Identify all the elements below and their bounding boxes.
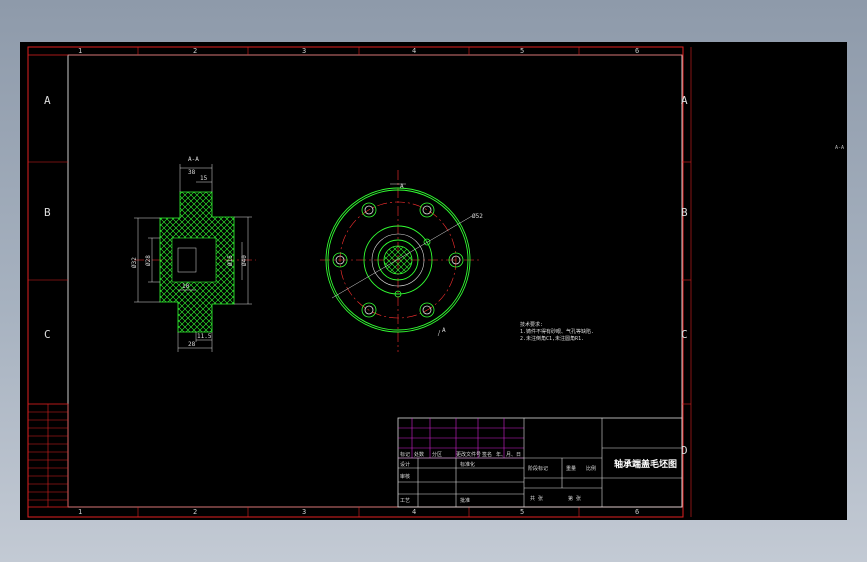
dim-bottom-total: 28 [188, 341, 196, 348]
sheet-border [27, 46, 684, 518]
zone-col-top-1: 1 [78, 47, 82, 55]
section-mark-bottom: A [442, 327, 446, 334]
tb-sheet-1: 第 张 [568, 495, 581, 502]
tb-row-label-1: 审核 [400, 473, 410, 480]
dim-bottom-len: 11.5 [197, 333, 212, 340]
tb-row-label-2: 工艺 [400, 498, 410, 504]
zone-col-top-3: 3 [302, 47, 306, 55]
dim-dia-right-a: Ø15 [227, 255, 234, 266]
zone-row-right-c: C [681, 328, 688, 341]
tb-header-3: 更改文件号 [456, 451, 481, 458]
dim-top-width: 38 [188, 169, 196, 176]
dim-dia-right-b: Ø40 [241, 255, 248, 266]
cad-viewport[interactable]: 1 2 3 4 5 6 1 2 3 4 5 6 A B C A B C D A-… [20, 42, 847, 520]
zone-col-bottom-2: 2 [193, 508, 197, 516]
section-label: A-A [188, 156, 199, 163]
zone-row-left-c: C [44, 328, 51, 341]
tb-row-mid-0: 标准化 [460, 461, 475, 468]
tb-stage-1: 重量 [566, 465, 576, 472]
tb-header-4: 签名 [482, 451, 492, 458]
pcd-label: Ø52 [472, 213, 483, 220]
zone-col-bottom-6: 6 [635, 508, 639, 516]
zone-col-bottom-4: 4 [412, 508, 416, 516]
zone-col-top-5: 5 [520, 47, 524, 55]
tb-stage-2: 比例 [586, 465, 596, 472]
zone-col-bottom-1: 1 [78, 508, 82, 516]
zone-row-right-b: B [681, 206, 688, 219]
title-block[interactable]: 标记 处数 分区 更改文件号 签名 年、月、日 设计 标准化 审核 工艺 批准 … [397, 417, 683, 508]
revision-strip [27, 403, 69, 508]
dim-inner-len: 10 [182, 283, 190, 290]
tb-row-mid-2: 批准 [460, 497, 470, 504]
zone-col-top-6: 6 [635, 47, 639, 55]
zone-row-left-a: A [44, 94, 51, 107]
zone-row-left-b: B [44, 206, 51, 219]
tb-sheet-0: 共 张 [530, 495, 543, 502]
tb-header-2: 分区 [432, 451, 442, 458]
notes-line-1: 1.铸件不得有砂眼、气孔等缺陷. [520, 328, 594, 335]
drawing-title: 轴承端盖毛坯图 [614, 458, 677, 470]
notes-line-2: 2.未注倒角C1,未注圆角R1. [520, 335, 584, 342]
section-view[interactable]: A-A 38 15 Ø32 Ø28 Ø15 Ø40 10 11.5 28 [131, 156, 256, 352]
notes-title: 技术要求: [520, 321, 543, 328]
tb-row-label-0: 设计 [400, 461, 410, 468]
tb-header-1: 处数 [414, 451, 424, 458]
zone-col-bottom-3: 3 [302, 508, 306, 516]
dim-dia-left-outer: Ø32 [131, 257, 138, 268]
stray-text: A-A [835, 145, 845, 151]
zone-row-right-a: A [681, 94, 688, 107]
cad-drawing: 1 2 3 4 5 6 1 2 3 4 5 6 A B C A B C D A-… [27, 46, 692, 518]
zone-col-top-4: 4 [412, 47, 416, 55]
dim-top-inner: 15 [200, 175, 208, 182]
zone-col-bottom-5: 5 [520, 508, 524, 516]
technical-notes: 技术要求: 1.铸件不得有砂眼、气孔等缺陷. 2.未注倒角C1,未注圆角R1. [520, 321, 594, 342]
tb-header-0: 标记 [400, 451, 410, 458]
front-view[interactable]: Ø52 A A [320, 170, 483, 352]
dim-dia-left-inner: Ø28 [145, 255, 152, 266]
section-mark-top: A [400, 183, 404, 190]
zone-col-top-2: 2 [193, 47, 197, 55]
tb-header-5: 年、月、日 [496, 451, 521, 458]
center-bore [383, 245, 413, 275]
tb-stage-0: 阶段标记 [528, 465, 548, 472]
